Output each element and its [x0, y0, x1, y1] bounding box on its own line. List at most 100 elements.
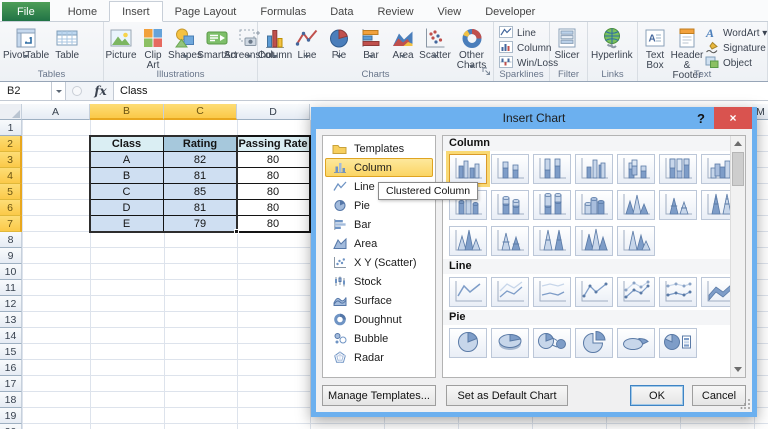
- row-header-13[interactable]: 13: [0, 312, 22, 328]
- row-header-8[interactable]: 8: [0, 232, 22, 248]
- ribbon-tab-review[interactable]: Review: [365, 2, 425, 21]
- chart-type-area[interactable]: Area: [325, 234, 433, 253]
- name-box[interactable]: B2: [0, 82, 52, 100]
- chart-thumb-lines[interactable]: [491, 277, 529, 307]
- cell-C7[interactable]: 79: [164, 216, 237, 232]
- cell-C2[interactable]: Rating: [164, 136, 237, 152]
- row-header-7[interactable]: 7: [0, 216, 22, 232]
- cell-B3[interactable]: A: [90, 152, 164, 168]
- name-box-dropdown[interactable]: [52, 82, 66, 100]
- chart-thumb-pyrc[interactable]: [449, 226, 487, 256]
- chart-thumb-pie3[interactable]: [491, 328, 529, 358]
- scroll-down-icon[interactable]: [731, 362, 745, 377]
- scroll-up-icon[interactable]: [731, 136, 745, 151]
- chart-thumb-cols3[interactable]: [617, 154, 655, 184]
- row-header-11[interactable]: 11: [0, 280, 22, 296]
- chart-thumb-pyr3[interactable]: [575, 226, 613, 256]
- ribbon-tab-file[interactable]: File: [2, 2, 50, 21]
- ribbon-button-pie[interactable]: Pie: [323, 24, 355, 70]
- close-button[interactable]: ×: [714, 107, 752, 129]
- chart-thumb-cols[interactable]: [491, 154, 529, 184]
- chart-type-stock[interactable]: Stock: [325, 272, 433, 291]
- chart-thumb-col100[interactable]: [533, 154, 571, 184]
- dialog-launcher-icon[interactable]: [482, 67, 491, 79]
- cell-B5[interactable]: C: [90, 184, 164, 200]
- chart-type-column[interactable]: Column: [325, 158, 433, 177]
- chart-thumb-pyr100[interactable]: [533, 226, 571, 256]
- ribbon-tab-view[interactable]: View: [426, 2, 474, 21]
- row-header-20[interactable]: 20: [0, 424, 22, 429]
- cell-D4[interactable]: 80: [237, 168, 310, 184]
- column-header-B[interactable]: B: [90, 104, 164, 120]
- row-header-16[interactable]: 16: [0, 360, 22, 376]
- chart-thumb-colc[interactable]: [449, 154, 487, 184]
- row-header-1[interactable]: 1: [0, 120, 22, 136]
- row-header-5[interactable]: 5: [0, 184, 22, 200]
- row-header-9[interactable]: 9: [0, 248, 22, 264]
- help-button[interactable]: ?: [688, 111, 714, 126]
- ribbon-button-clip-art[interactable]: Clip Art: [137, 24, 169, 71]
- ribbon-tab-developer[interactable]: Developer: [473, 2, 547, 21]
- chart-type-surface[interactable]: Surface: [325, 291, 433, 310]
- fill-handle[interactable]: [234, 229, 239, 234]
- cell-D2[interactable]: Passing Rate: [237, 136, 310, 152]
- ok-button[interactable]: OK: [630, 385, 684, 406]
- row-header-4[interactable]: 4: [0, 168, 22, 184]
- cell-C5[interactable]: 85: [164, 184, 237, 200]
- chart-type-bubble[interactable]: Bubble: [325, 329, 433, 348]
- cell-C6[interactable]: 81: [164, 200, 237, 216]
- row-header-18[interactable]: 18: [0, 392, 22, 408]
- chart-thumb-line100m[interactable]: [659, 277, 697, 307]
- ribbon-button-shapes[interactable]: Shapes: [168, 24, 202, 70]
- chart-thumb-barpie[interactable]: [659, 328, 697, 358]
- ribbon-tab-insert[interactable]: Insert: [109, 1, 163, 22]
- row-header-10[interactable]: 10: [0, 264, 22, 280]
- ribbon-button-table[interactable]: Table: [51, 24, 83, 61]
- ribbon-button-area[interactable]: Area: [387, 24, 419, 70]
- ribbon-button-scatter[interactable]: Scatter: [419, 24, 451, 70]
- ribbon-tab-page-layout[interactable]: Page Layout: [163, 2, 249, 21]
- row-header-14[interactable]: 14: [0, 328, 22, 344]
- chart-thumb-pie3exp[interactable]: [617, 328, 655, 358]
- ribbon-button-line[interactable]: Line: [291, 24, 323, 70]
- ribbon-button-slicer[interactable]: Slicer: [551, 24, 583, 61]
- ribbon-button-column[interactable]: Column: [258, 24, 292, 70]
- resize-grip-icon[interactable]: [740, 397, 752, 412]
- chart-thumb-cones[interactable]: [659, 190, 697, 220]
- gallery-scrollbar[interactable]: [730, 136, 745, 377]
- ribbon-button-picture[interactable]: Picture: [105, 24, 137, 61]
- chart-thumb-cyl3[interactable]: [575, 190, 613, 220]
- chart-thumb-colc3[interactable]: [575, 154, 613, 184]
- cell-D7[interactable]: 80: [237, 216, 310, 232]
- chart-thumb-piepie[interactable]: [533, 328, 571, 358]
- cell-C4[interactable]: 81: [164, 168, 237, 184]
- ribbon-button-text-box[interactable]: A Text Box: [639, 24, 671, 71]
- chart-thumb-cyl100[interactable]: [533, 190, 571, 220]
- cell-D3[interactable]: 80: [237, 152, 310, 168]
- row-header-12[interactable]: 12: [0, 296, 22, 312]
- chart-thumb-linep[interactable]: [449, 277, 487, 307]
- row-header-15[interactable]: 15: [0, 344, 22, 360]
- chart-thumb-pyrs[interactable]: [491, 226, 529, 256]
- cell-B6[interactable]: D: [90, 200, 164, 216]
- ribbon-button-signature-line[interactable]: Signature Line ▾: [705, 41, 768, 56]
- row-header-2[interactable]: 2: [0, 136, 22, 152]
- cell-B4[interactable]: B: [90, 168, 164, 184]
- ribbon-tab-home[interactable]: Home: [56, 2, 109, 21]
- chart-thumb-linesm[interactable]: [617, 277, 655, 307]
- ribbon-button-pivottable[interactable]: PivotTable: [1, 24, 51, 70]
- chart-type-templates[interactable]: Templates: [325, 139, 433, 158]
- row-header-3[interactable]: 3: [0, 152, 22, 168]
- chart-thumb-linem[interactable]: [575, 277, 613, 307]
- chart-type-radar[interactable]: Radar: [325, 348, 433, 367]
- row-header-19[interactable]: 19: [0, 408, 22, 424]
- chart-thumb-col1003[interactable]: [659, 154, 697, 184]
- insert-function-button[interactable]: fx: [88, 82, 114, 100]
- ribbon-button-hyperlink[interactable]: Hyperlink: [589, 24, 635, 61]
- chart-thumb-cyls[interactable]: [491, 190, 529, 220]
- ribbon-button-bar[interactable]: Bar: [355, 24, 387, 70]
- cell-D6[interactable]: 80: [237, 200, 310, 216]
- cell-B7[interactable]: E: [90, 216, 164, 232]
- formula-input[interactable]: Class: [114, 82, 768, 100]
- ribbon-tab-formulas[interactable]: Formulas: [248, 2, 318, 21]
